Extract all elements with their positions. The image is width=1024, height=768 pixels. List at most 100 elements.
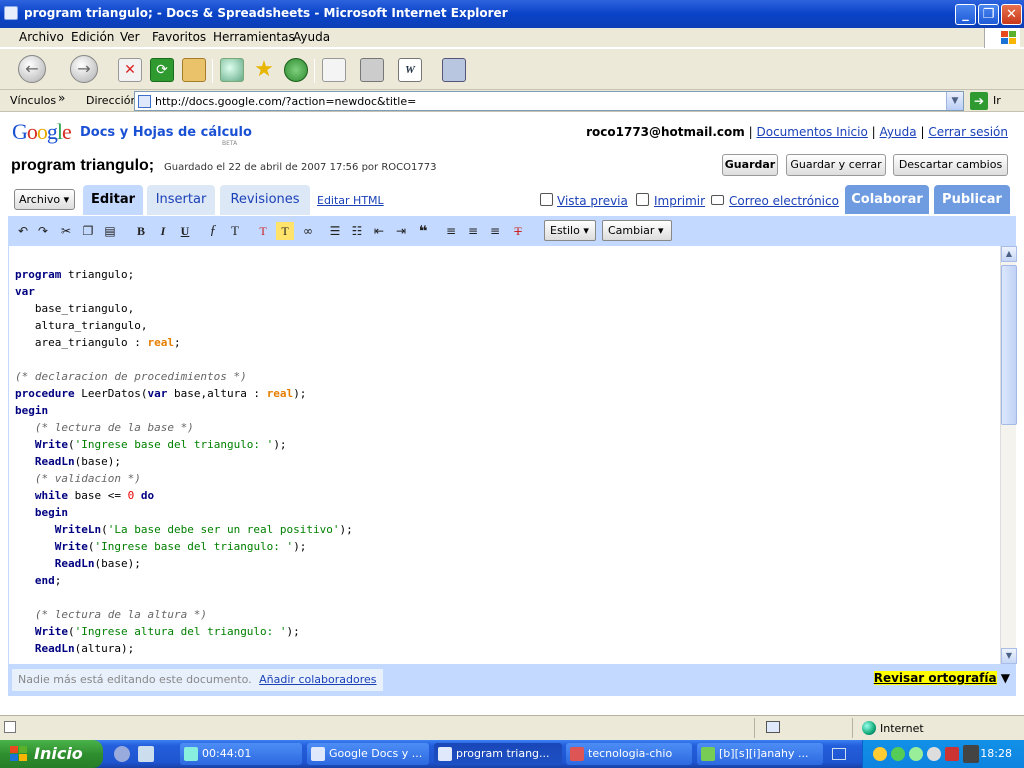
scroll-thumb[interactable] <box>1001 265 1017 425</box>
address-input[interactable]: http://docs.google.com/?action=newdoc&ti… <box>134 91 964 111</box>
clear-format-icon[interactable]: T <box>509 222 527 240</box>
messenger-tray-icon[interactable] <box>909 747 923 761</box>
word-icon[interactable]: W <box>398 58 422 82</box>
go-arrow-icon[interactable]: ➔ <box>970 92 988 110</box>
highlight-icon[interactable]: T <box>276 222 294 240</box>
links-chevron[interactable]: » <box>58 91 65 105</box>
refresh-icon[interactable]: ⟳ <box>150 58 174 82</box>
publicar-tab[interactable]: Publicar <box>934 185 1010 214</box>
tab-revisiones[interactable]: Revisiones <box>220 185 310 215</box>
numbered-list-icon[interactable]: ☰ <box>326 222 344 240</box>
tab-insertar[interactable]: Insertar <box>147 185 215 215</box>
tray-icon[interactable] <box>873 747 887 761</box>
menu-favoritos[interactable]: Favoritos <box>152 30 206 44</box>
google-logo[interactable]: Google <box>12 119 72 145</box>
text-color-icon[interactable]: T <box>254 222 272 240</box>
minimize-button[interactable]: _ <box>955 4 976 25</box>
guardar-cerrar-button[interactable]: Guardar y cerrar <box>786 154 886 176</box>
search-icon[interactable] <box>220 58 244 82</box>
menu-ayuda[interactable]: Ayuda <box>293 30 330 44</box>
document-title[interactable]: program triangulo; <box>11 157 154 175</box>
align-left-icon[interactable]: ≡ <box>442 222 460 240</box>
align-right-icon[interactable]: ≡ <box>486 222 504 240</box>
cerrar-sesion-link[interactable]: Cerrar sesión <box>928 125 1008 139</box>
tray-icon[interactable] <box>891 747 905 761</box>
spell-check-button[interactable]: Revisar ortografía ▼ <box>873 671 1010 685</box>
task-anahy[interactable]: [b][s][i]anahy ... <box>697 743 823 765</box>
address-url[interactable]: http://docs.google.com/?action=newdoc&ti… <box>155 95 416 108</box>
start-button[interactable]: Inicio <box>0 740 103 768</box>
copy-icon[interactable]: ❐ <box>79 222 97 240</box>
scroll-down-icon[interactable]: ▼ <box>1001 648 1017 664</box>
colaborar-tab[interactable]: Colaborar <box>845 185 929 214</box>
tray-icon[interactable] <box>963 745 979 763</box>
tab-bar: Archivo ▾ Editar Insertar Revisiones Edi… <box>0 184 1024 216</box>
clock[interactable]: 18:28 <box>980 747 1012 760</box>
mail-icon[interactable] <box>322 58 346 82</box>
chevron-down-icon[interactable]: ▼ <box>1001 671 1010 685</box>
task-timer[interactable]: 00:44:01 <box>180 743 302 765</box>
menu-archivo[interactable]: Archivo <box>19 30 64 44</box>
task-google-docs[interactable]: Google Docs y ... <box>307 743 429 765</box>
bold-icon[interactable]: B <box>132 222 150 240</box>
font-size-icon[interactable]: T <box>226 222 244 240</box>
address-dropdown[interactable]: ▼ <box>946 92 963 110</box>
align-center-icon[interactable]: ≡ <box>464 222 482 240</box>
add-collaborators-link[interactable]: Añadir colaboradores <box>259 673 376 686</box>
ie-page-icon <box>438 747 452 761</box>
restore-button[interactable]: ❐ <box>978 4 999 25</box>
editor-scrollbar[interactable]: ▲ ▼ <box>1000 246 1017 664</box>
vista-previa-link[interactable]: Vista previa <box>557 194 628 208</box>
estilo-dropdown[interactable]: Estilo ▾ <box>544 220 596 241</box>
tray-icon[interactable] <box>945 747 959 761</box>
imprimir-link[interactable]: Imprimir <box>654 194 705 208</box>
forward-icon[interactable]: → <box>70 55 98 83</box>
address-label: Dirección <box>86 94 138 107</box>
menu-ver[interactable]: Ver <box>120 30 140 44</box>
scroll-up-icon[interactable]: ▲ <box>1001 246 1017 262</box>
italic-icon[interactable]: I <box>154 222 172 240</box>
correo-link[interactable]: Correo electrónico <box>729 194 839 208</box>
redo-icon[interactable]: ↷ <box>34 222 52 240</box>
task-program-triangulo[interactable]: program triang... <box>434 743 562 765</box>
documentos-inicio-link[interactable]: Documentos Inicio <box>757 125 868 139</box>
go-button[interactable]: Ir <box>993 94 1001 107</box>
ayuda-link[interactable]: Ayuda <box>880 125 917 139</box>
link-icon[interactable]: ∞ <box>299 222 317 240</box>
address-bar: Vínculos » Dirección http://docs.google.… <box>0 90 1024 112</box>
links-label[interactable]: Vínculos <box>10 94 56 107</box>
cambiar-dropdown[interactable]: Cambiar ▾ <box>602 220 672 241</box>
ie-quicklaunch-icon[interactable] <box>114 746 130 762</box>
paste-icon[interactable]: ▤ <box>101 222 119 240</box>
back-icon[interactable]: ← <box>18 55 46 83</box>
document-status-bar: Nadie más está editando este documento. … <box>8 664 1016 696</box>
print-icon[interactable] <box>360 58 384 82</box>
keyboard-icon[interactable] <box>832 748 846 760</box>
home-icon[interactable] <box>182 58 206 82</box>
stop-icon[interactable]: ✕ <box>118 58 142 82</box>
undo-icon[interactable]: ↶ <box>14 222 32 240</box>
code-text[interactable]: program triangulo; var base_triangulo, a… <box>15 266 353 657</box>
bullet-list-icon[interactable]: ☷ <box>348 222 366 240</box>
favorites-icon[interactable]: ★ <box>252 58 276 82</box>
quote-icon[interactable]: ❝ <box>414 222 432 240</box>
cut-icon[interactable]: ✂ <box>57 222 75 240</box>
history-icon[interactable] <box>284 58 308 82</box>
descartar-cambios-button[interactable]: Descartar cambios <box>893 154 1008 176</box>
tray-icon[interactable] <box>927 747 941 761</box>
menu-herramientas[interactable]: Herramientas <box>213 30 295 44</box>
font-icon[interactable]: ƒ <box>204 222 222 240</box>
outdent-icon[interactable]: ⇤ <box>370 222 388 240</box>
document-editor[interactable]: program triangulo; var base_triangulo, a… <box>8 246 1000 664</box>
menu-edicion[interactable]: Edición <box>71 30 114 44</box>
underline-icon[interactable]: U <box>176 222 194 240</box>
editar-html-link[interactable]: Editar HTML <box>317 194 384 207</box>
desktop-quicklaunch-icon[interactable] <box>138 746 154 762</box>
archivo-dropdown[interactable]: Archivo ▾ <box>14 189 75 210</box>
close-button[interactable]: ✕ <box>1001 4 1022 25</box>
guardar-button[interactable]: Guardar <box>722 154 778 176</box>
tab-editar[interactable]: Editar <box>83 185 143 215</box>
indent-icon[interactable]: ⇥ <box>392 222 410 240</box>
task-tecnologia-chio[interactable]: tecnologia-chio <box>566 743 692 765</box>
research-icon[interactable] <box>442 58 466 82</box>
